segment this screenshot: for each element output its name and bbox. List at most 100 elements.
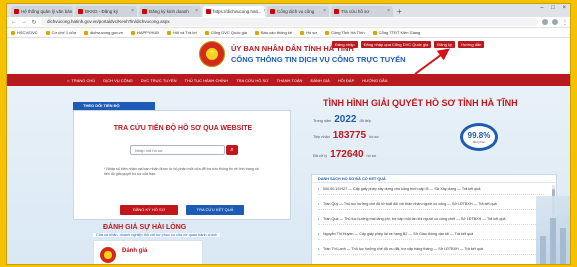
on-time-label: đúng hạn [472,140,486,144]
tab-label: Hệ thống quản lý văn bản [21,9,73,14]
bookmark-icon [324,30,329,35]
bookmark-item[interactable]: Báo cáo thống kê [254,30,292,35]
resolved-unit: hồ sơ [366,154,377,158]
tab-label: Đăng ký kinh doanh [149,9,189,14]
nav-guide[interactable]: HƯỚNG DẪN [362,78,387,83]
favicon-icon [334,9,339,14]
bookmark-item[interactable]: Hỏi và Trả lời [166,30,197,35]
new-tab-button[interactable]: + [397,6,402,17]
home-icon: ⌂ [67,77,70,83]
close-icon[interactable]: × [195,6,198,17]
close-icon[interactable]: × [131,6,134,17]
year-stat: Trong năm 2022 đã tiếp [313,114,371,125]
received-value: 183775 [332,130,367,141]
forward-icon[interactable]: → [21,19,27,25]
bookmark-icon [166,30,171,35]
reload-icon[interactable]: ↻ [31,19,37,26]
close-icon[interactable]: × [387,6,390,17]
list-item[interactable]: Trần Thị Lanh — Thủ tục hưởng chế độ ưu … [318,247,544,255]
tab-strip: Hệ thống quản lý văn bản× ĐKKD - Đăng ký… [7,4,570,17]
nav-procedures[interactable]: THỦ TỤC HÀNH CHÍNH [184,78,228,83]
portal-name: CỔNG THÔNG TIN DỊCH VỤ CÔNG TRỰC TUYẾN [231,55,406,64]
nav-online-services[interactable]: DVC TRỰC TUYẾN [141,78,177,83]
register-link[interactable]: Đăng ký [434,41,455,48]
bookmark-icon [45,30,50,35]
register-file-button[interactable]: ĐĂNG KÝ HỒ SƠ [120,205,178,215]
nav-lookup[interactable]: TRA CỨU HỒ SƠ [236,78,268,83]
satisfaction-subtitle: Của cá nhân, doanh nghiệp đối với sự phụ… [93,233,220,237]
bookmark-icon [204,30,209,35]
nav-evaluation[interactable]: ĐÁNH GIÁ [310,78,329,83]
bookmark-item[interactable]: Cơ chế 1 cửa [45,30,76,35]
back-icon[interactable]: ← [11,19,17,25]
bookmark-icon [300,30,305,35]
building-illustration [536,196,570,264]
guide-link[interactable]: Hướng dẫn [457,41,485,48]
profile-icon[interactable] [552,19,558,25]
bookmark-icon [11,30,15,35]
site-header: ★ ỦY BAN NHÂN DÂN TỈNH HÀ TĨNH CỔNG THÔN… [7,38,570,74]
main-nav: ⌂ TRANG CHỦ DỊCH VỤ CÔNG DVC TRỰC TUYẾN T… [7,74,570,86]
search-card: TRA CỨU TIẾN ĐỘ HỒ SƠ QUA WEBSITE ⌕ * Nh… [73,110,291,220]
list-item[interactable]: 000.00.19.H27 — Cấp giấy phép xây dựng c… [318,187,544,195]
national-login-link[interactable]: Đăng nhập qua Cổng DVC Quốc gia [360,41,432,48]
browser-tab-3[interactable]: Đăng ký kinh doanh × [139,6,201,17]
building-shape [540,236,546,264]
browser-tab-1[interactable]: Hệ thống quản lý văn bản× [11,6,73,17]
resolved-stat: Đã xử lý 172640 hồ sơ [313,149,376,160]
bookmark-icon [130,30,135,35]
close-icon[interactable]: × [323,6,326,17]
lookup-result-button[interactable]: TRA CỨU KẾT QUẢ [186,205,244,215]
bookmark-item[interactable]: Công Tỉnh Hà Tĩnh [324,30,365,35]
list-item[interactable]: Trần Qua — Thủ tục hưởng mai táng phí, t… [318,217,544,225]
url-field[interactable]: dichvucong.hatinh.gov.vn/portaldvc/KenhT… [41,18,538,26]
list-item[interactable]: Nguyễn Thị Huyền — Cấp giấy phép lái xe … [318,232,544,240]
nav-payment[interactable]: THANH TOÁN [277,78,303,83]
list-item[interactable]: Trần Quý — Thủ tục hưởng chế độ tử tuất … [318,202,544,210]
nav-public-services[interactable]: DỊCH VỤ CÔNG [103,78,133,83]
building-shape [550,218,556,264]
satisfaction-card-label: Đánh giá [122,248,148,254]
favicon-icon [270,9,275,14]
menu-icon[interactable]: ⋮ [562,19,568,26]
building-shape [560,228,566,264]
bookmark-icon [372,30,377,35]
favicon-icon [142,9,147,14]
search-input[interactable] [130,145,225,155]
search-button[interactable]: ⌕ [226,145,238,155]
browser-tab-2[interactable]: ĐKKD - Đăng ký × [75,6,137,17]
bookmark-item[interactable]: HSCV/DVC [11,30,38,35]
favicon-icon [78,9,83,14]
bookmark-item[interactable]: dichvucong.gov.vn [84,30,123,35]
received-stat: Tiếp nhận 183775 hồ sơ [313,130,379,141]
received-unit: hồ sơ [369,135,379,139]
login-link[interactable]: Đăng nhập [332,41,358,48]
browser-tab-6[interactable]: Tra cứu hồ sơ × [331,6,393,17]
emblem-icon [100,247,116,263]
main-content: THEO DÕI TIẾN ĐỘ TRA CỨU TIẾN ĐỘ HỒ SƠ Q… [7,86,570,264]
favicon-icon [206,9,211,14]
tab-label: https://dichvucong.hati... [213,9,262,14]
nav-home[interactable]: ⌂ TRANG CHỦ [67,78,95,83]
satisfaction-card[interactable]: Đánh giá [93,240,203,264]
window-controls[interactable]: – □ × [540,5,569,11]
bookmark-item[interactable]: HAPPYHUB [130,30,159,35]
bookmark-item[interactable]: Hồ sơ [300,30,317,35]
favicon-icon [14,9,19,14]
bookmarks-bar: HSCV/DVC Cơ chế 1 cửa dichvucong.gov.vn … [7,28,570,38]
nav-faq[interactable]: HỎI ĐÁP [338,78,354,83]
year-unit: đã tiếp [359,119,371,123]
bookmark-item[interactable]: Cổng TTĐT Kiên Giang [372,30,420,35]
tab-label: Tra cứu hồ sơ [341,9,370,14]
header-links: Đăng nhập Đăng nhập qua Cổng DVC Quốc gi… [332,41,485,48]
bookmark-item[interactable]: Cổng DVC Quốc gia [204,30,247,35]
browser-window: Hệ thống quản lý văn bản× ĐKKD - Đăng ký… [6,3,571,265]
close-icon[interactable]: × [264,6,265,17]
national-emblem-icon: ★ [199,41,225,67]
section-ribbon: THEO DÕI TIẾN ĐỘ [73,102,155,110]
extension-icon[interactable] [542,19,548,25]
browser-tab-5[interactable]: Cổng dịch vụ công × [267,6,329,17]
browser-tab-active[interactable]: https://dichvucong.hati...× [203,6,265,17]
tab-label: Cổng dịch vụ công [277,9,315,14]
results-list-title: DANH SÁCH HỒ SƠ ĐÃ CÓ KẾT QUẢ [312,175,558,183]
